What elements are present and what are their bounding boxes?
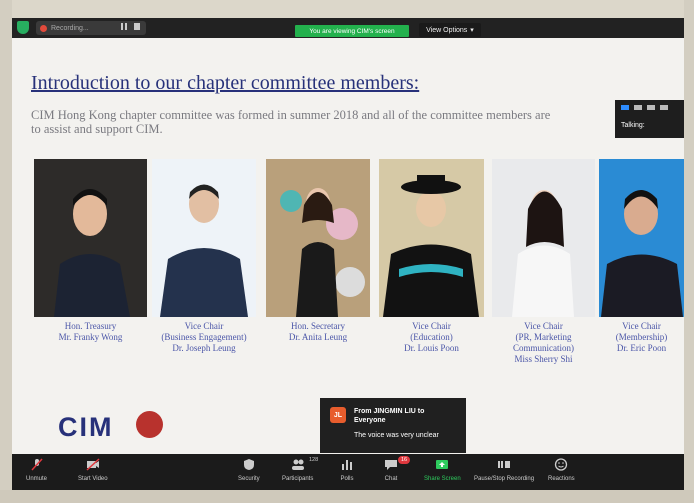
member-role: Vice Chair xyxy=(622,321,661,331)
unmute-label: Unmute xyxy=(26,476,48,482)
layout-icon[interactable] xyxy=(634,105,642,110)
bezel-bottom xyxy=(0,490,694,503)
participants-count: 128 xyxy=(309,457,319,463)
video-off-icon xyxy=(86,458,100,471)
avatar: JL xyxy=(330,407,346,423)
member-name: Dr. Louis Poon xyxy=(404,343,459,353)
member-role: Vice Chair xyxy=(524,321,563,331)
member-photo-3 xyxy=(266,159,370,317)
meeting-toolbar: Unmute Start Video Security Participants… xyxy=(12,454,684,490)
member-name: Dr. Eric Poon xyxy=(616,343,667,353)
polls-icon xyxy=(342,460,352,470)
member-photo-5 xyxy=(492,159,595,317)
recording-indicator: Recording... xyxy=(36,21,146,35)
member-caption-4: Vice Chair (Education) Dr. Louis Poon xyxy=(379,321,484,354)
member-name: Mr. Franky Wong xyxy=(58,332,123,342)
chat-notification[interactable]: JL From JINGMIN LIU to Everyone The voic… xyxy=(320,398,466,453)
viewing-banner: You are viewing CIM's screen xyxy=(295,25,409,37)
speaker-panel[interactable]: Talking: xyxy=(615,100,684,138)
security-button[interactable]: Security xyxy=(238,458,260,482)
pause-recording-button[interactable]: Pause/Stop Recording xyxy=(474,458,534,482)
layout-icon[interactable] xyxy=(647,105,655,110)
security-label: Security xyxy=(238,476,260,482)
chat-from: From JINGMIN LIU to Everyone xyxy=(354,408,425,424)
seal-icon xyxy=(136,411,163,438)
pause-recording-label: Pause/Stop Recording xyxy=(474,476,535,482)
member-subrole: (Membership) xyxy=(615,332,668,342)
start-video-button[interactable]: Start Video xyxy=(78,458,108,482)
share-screen-icon xyxy=(436,460,449,469)
participants-label: Participants xyxy=(282,476,314,482)
zoom-window: Recording... You are viewing CIM's scree… xyxy=(12,18,684,490)
member-role: Vice Chair xyxy=(412,321,451,331)
layout-icon[interactable] xyxy=(621,105,629,110)
recording-label: Recording... xyxy=(51,24,89,32)
bezel-left xyxy=(0,0,12,503)
gallery-icon[interactable] xyxy=(660,105,668,110)
chat-badge: 16 xyxy=(398,456,411,464)
member-name: Dr. Anita Leung xyxy=(288,332,348,342)
smiley-icon xyxy=(555,458,568,471)
slide-title: Introduction to our chapter committee me… xyxy=(31,72,420,94)
shield-icon[interactable] xyxy=(17,21,29,34)
share-screen-button[interactable]: Share Screen xyxy=(424,458,461,482)
member-subrole: (Business Engagement) xyxy=(161,332,247,342)
reactions-button[interactable]: Reactions xyxy=(548,458,575,482)
record-dot-icon xyxy=(40,24,47,32)
member-photo-4 xyxy=(379,159,484,317)
intro-line-2: to assist and support CIM. xyxy=(31,122,163,136)
participants-icon xyxy=(291,459,304,470)
member-role: Vice Chair xyxy=(184,321,224,331)
member-caption-5: Vice Chair (PR, Marketing Communication)… xyxy=(492,321,595,365)
unmute-button[interactable]: Unmute xyxy=(26,458,47,482)
reactions-label: Reactions xyxy=(548,476,575,482)
chat-button[interactable]: Chat 16 xyxy=(384,456,411,482)
member-photo-6 xyxy=(599,159,684,317)
view-layout-icons[interactable] xyxy=(621,105,668,110)
shield-icon xyxy=(243,459,254,470)
member-caption-2: Vice Chair (Business Engagement) Dr. Jos… xyxy=(152,321,256,354)
chat-label: Chat xyxy=(384,476,398,482)
view-options-label: View Options xyxy=(426,26,468,34)
polls-label: Polls xyxy=(340,476,354,482)
stop-recording-icon[interactable] xyxy=(133,23,141,30)
bezel-right xyxy=(684,0,694,503)
intro-line-1: CIM Hong Kong chapter committee was form… xyxy=(31,108,551,122)
member-caption-1: Hon. Treasury Mr. Franky Wong xyxy=(34,321,147,343)
talking-label: Talking: xyxy=(621,122,645,129)
member-role: Hon. Treasury xyxy=(64,321,117,331)
start-video-label: Start Video xyxy=(78,476,108,482)
pause-recording-icon[interactable] xyxy=(120,23,128,30)
polls-button[interactable]: Polls xyxy=(340,458,354,482)
member-name: Dr. Joseph Leung xyxy=(172,343,236,353)
share-screen-label: Share Screen xyxy=(424,476,461,482)
member-role: Hon. Secretary xyxy=(291,321,345,331)
member-subrole: (Education) xyxy=(410,332,453,342)
bezel-top xyxy=(0,0,694,18)
cim-logo: CIM xyxy=(58,412,114,442)
member-name: Miss Sherry Shi xyxy=(514,354,573,364)
member-photo-1 xyxy=(34,159,147,317)
microphone-muted-icon xyxy=(30,458,43,471)
slide-intro: CIM Hong Kong chapter committee was form… xyxy=(31,108,631,136)
view-options-button[interactable]: View Options ▾ xyxy=(419,23,481,37)
chevron-down-icon: ▾ xyxy=(470,27,474,34)
zoom-top-bar: Recording... You are viewing CIM's scree… xyxy=(12,18,684,38)
member-photo-2 xyxy=(152,159,256,317)
chat-message: The voice was very unclear xyxy=(354,432,439,439)
participants-button[interactable]: Participants 128 xyxy=(282,457,318,482)
member-caption-3: Hon. Secretary Dr. Anita Leung xyxy=(266,321,370,343)
pause-stop-icon xyxy=(498,461,511,468)
member-subrole: (PR, Marketing Communication) xyxy=(513,332,574,353)
member-caption-6: Vice Chair (Membership) Dr. Eric Poon xyxy=(599,321,684,354)
chat-icon xyxy=(385,460,397,470)
